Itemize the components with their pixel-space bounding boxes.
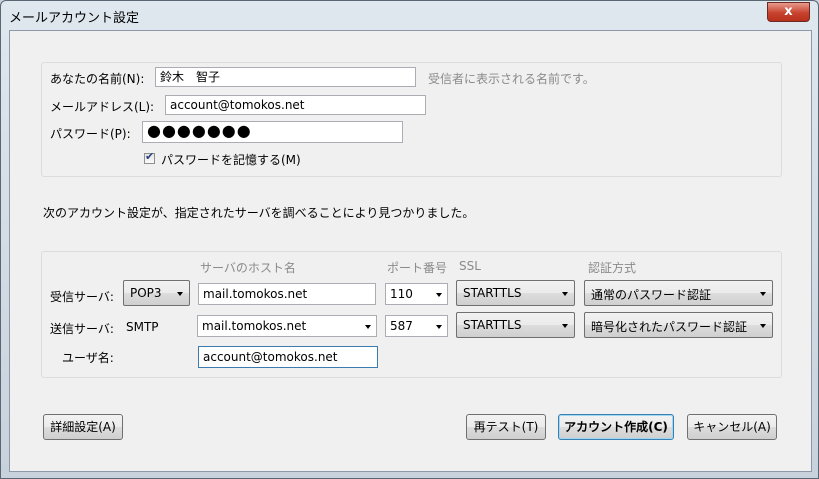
- title-bar[interactable]: メールアカウント設定 x: [1, 1, 818, 29]
- outgoing-port-value: 587: [390, 319, 413, 333]
- chevron-down-icon: [760, 324, 766, 328]
- dialog-body: あなたの名前(N): 鈴木 智子 受信者に表示される名前です。 メールアドレス(…: [9, 30, 812, 472]
- outgoing-ssl-value: STARTTLS: [463, 318, 522, 332]
- chevron-down-icon: [436, 293, 442, 297]
- incoming-server-label: 受信サーバ:: [50, 290, 114, 304]
- incoming-protocol-select[interactable]: POP3: [123, 280, 190, 306]
- chevron-down-icon: [365, 325, 371, 329]
- host-column-header: サーバのホスト名: [200, 261, 296, 275]
- port-column-header: ポート番号: [387, 261, 448, 275]
- incoming-ssl-value: STARTTLS: [463, 286, 522, 300]
- found-settings-message: 次のアカウント設定が、指定されたサーバを調べることにより見つかりました。: [43, 206, 475, 220]
- name-hint: 受信者に表示される名前です。: [428, 72, 595, 86]
- outgoing-ssl-select[interactable]: STARTTLS: [456, 312, 575, 338]
- close-icon: x: [784, 4, 793, 19]
- chevron-down-icon: [760, 292, 766, 296]
- window-title: メールアカウント設定: [9, 11, 140, 26]
- auth-column-header: 認証方式: [588, 261, 637, 275]
- chevron-down-icon: [562, 324, 568, 328]
- incoming-ssl-select[interactable]: STARTTLS: [456, 280, 575, 306]
- remember-password-label[interactable]: パスワードを記憶する(M): [161, 151, 301, 168]
- outgoing-host-value: mail.tomokos.net: [202, 319, 307, 333]
- email-input[interactable]: account@tomokos.net: [165, 95, 426, 115]
- ssl-column-header: SSL: [459, 259, 481, 273]
- close-button[interactable]: x: [767, 2, 810, 22]
- incoming-auth-value: 通常のパスワード認証: [591, 288, 712, 302]
- chevron-down-icon: [562, 292, 568, 296]
- checkmark-icon: ✔: [145, 150, 155, 163]
- username-label: ユーザ名:: [62, 351, 114, 365]
- incoming-port-value: 110: [390, 287, 413, 301]
- advanced-settings-button[interactable]: 詳細設定(A): [43, 414, 123, 440]
- incoming-auth-select[interactable]: 通常のパスワード認証: [584, 280, 773, 306]
- name-label: あなたの名前(N):: [50, 72, 145, 86]
- outgoing-port-select[interactable]: 587: [385, 315, 448, 337]
- remember-password-checkbox[interactable]: ✔: [144, 150, 155, 164]
- cancel-button[interactable]: キャンセル(A): [687, 414, 777, 440]
- chevron-down-icon: [436, 325, 442, 329]
- account-setup-window: メールアカウント設定 x あなたの名前(N): 鈴木 智子 受信者に表示される名…: [0, 0, 819, 479]
- chevron-down-icon: [177, 292, 183, 296]
- retest-button[interactable]: 再テスト(T): [466, 414, 546, 440]
- incoming-protocol-value: POP3: [130, 286, 162, 300]
- username-input[interactable]: account@tomokos.net: [198, 346, 378, 368]
- incoming-host-input[interactable]: mail.tomokos.net: [198, 283, 376, 305]
- outgoing-protocol: SMTP: [126, 320, 159, 334]
- password-label: パスワード(P):: [50, 127, 131, 141]
- name-input[interactable]: 鈴木 智子: [155, 67, 416, 87]
- outgoing-host-select[interactable]: mail.tomokos.net: [197, 315, 377, 337]
- email-label: メールアドレス(L):: [50, 100, 155, 114]
- outgoing-auth-select[interactable]: 暗号化されたパスワード認証: [584, 312, 773, 338]
- outgoing-server-label: 送信サーバ:: [50, 322, 114, 336]
- outgoing-auth-value: 暗号化されたパスワード認証: [591, 320, 748, 334]
- password-input[interactable]: ●●●●●●●: [142, 121, 403, 143]
- create-account-button[interactable]: アカウント作成(C): [558, 414, 674, 440]
- incoming-port-select[interactable]: 110: [385, 283, 448, 305]
